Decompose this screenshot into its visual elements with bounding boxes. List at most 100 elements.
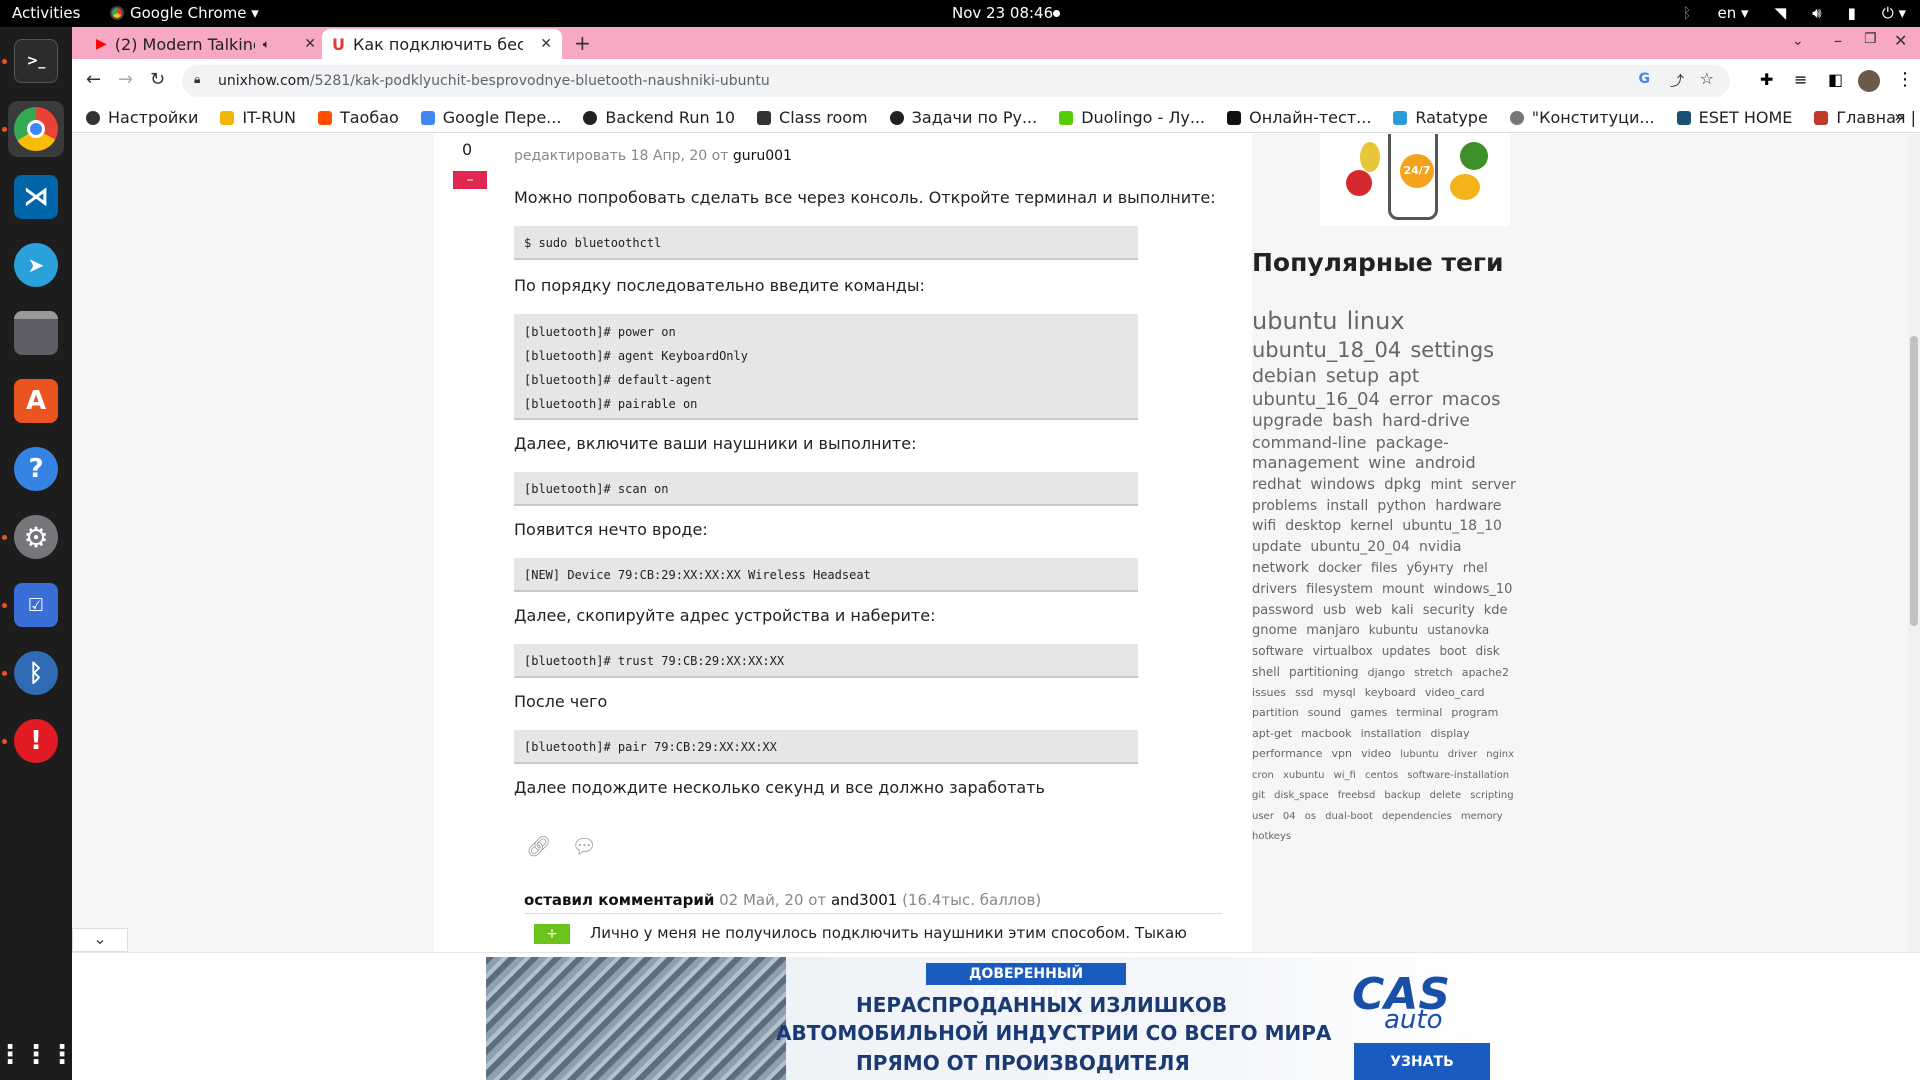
tag-link[interactable]: updates (1382, 644, 1431, 658)
bookmark-item[interactable]: Главная | Об... (1814, 108, 1920, 127)
tag-link[interactable]: video (1361, 747, 1391, 760)
tag-link[interactable]: lubuntu (1400, 749, 1438, 760)
tag-link[interactable]: python (1377, 498, 1426, 514)
dock-updates[interactable]: ! (8, 713, 64, 769)
tag-link[interactable]: driver (1448, 749, 1477, 760)
back-button[interactable]: ← (86, 69, 101, 90)
dock-files[interactable] (8, 305, 64, 361)
collapse-ad-button[interactable]: ⌄ (72, 928, 128, 952)
new-tab-button[interactable]: + (574, 31, 591, 55)
tab-close-icon[interactable]: ✕ (304, 36, 316, 52)
more-bookmarks-icon[interactable]: » (1894, 107, 1904, 126)
dock-software[interactable]: A (8, 373, 64, 429)
scrollbar-thumb[interactable] (1910, 336, 1918, 626)
app-menu[interactable]: Google Chrome ▾ (110, 4, 259, 22)
author-link[interactable]: guru001 (733, 148, 792, 164)
tag-link[interactable]: kubuntu (1369, 623, 1418, 637)
tag-link[interactable]: nvidia (1419, 539, 1461, 555)
tag-link[interactable]: os (1305, 811, 1316, 822)
tag-link[interactable]: desktop (1285, 518, 1341, 534)
link-icon[interactable]: 🔗︎ (526, 834, 551, 858)
tag-link[interactable]: cron (1252, 770, 1274, 781)
tag-link[interactable]: ubuntu_20_04 (1310, 539, 1410, 555)
share-icon[interactable]: ⤴ (1670, 71, 1684, 91)
tag-link[interactable]: software (1252, 644, 1304, 658)
profile-avatar[interactable] (1858, 70, 1880, 92)
tag-link[interactable]: stretch (1414, 666, 1452, 679)
tag-link[interactable]: macos (1442, 389, 1501, 410)
bookmark-item[interactable]: Google Пере... (420, 108, 561, 127)
forward-button[interactable]: → (118, 69, 133, 90)
tag-link[interactable]: disk (1476, 644, 1500, 658)
bookmark-star-icon[interactable]: ☆ (1700, 69, 1714, 88)
menu-icon[interactable]: ⋮ (1896, 69, 1914, 90)
address-bar[interactable]: 🔒︎ unixhow.com/5281/kak-podklyuchit-besp… (182, 65, 1730, 97)
tag-link[interactable]: mint (1430, 477, 1462, 493)
audio-icon[interactable]: 🔈︎ (263, 37, 270, 52)
tab-modern-talking[interactable]: ▶ (2) Modern Talking - M 🔈︎ ✕ (86, 29, 326, 59)
bottom-ad-banner[interactable]: ДОВЕРЕННЫЙ ПОСТАВЩИК НЕРАСПРОДАННЫХ ИЗЛИ… (486, 957, 1490, 1080)
tag-link[interactable]: settings (1410, 338, 1494, 362)
tag-link[interactable]: issues (1252, 686, 1286, 699)
tag-link[interactable]: hardware (1435, 498, 1501, 514)
tag-link[interactable]: freebsd (1338, 790, 1376, 801)
dock-settings[interactable]: ⚙ (8, 509, 64, 565)
dock-vscode[interactable]: ⋊ (8, 169, 64, 225)
clock[interactable]: Nov 23 08:46 (952, 4, 1053, 22)
tab-close-icon[interactable]: ✕ (540, 36, 552, 52)
tag-link[interactable]: memory (1461, 811, 1503, 822)
tag-link[interactable]: ssd (1295, 686, 1313, 699)
tab-unixhow[interactable]: U Как подключить беспр ✕ (322, 29, 562, 59)
tag-link[interactable]: gnome (1252, 623, 1297, 638)
language-indicator[interactable]: en ▾ (1718, 4, 1749, 22)
tag-link[interactable]: ubuntu_18_10 (1402, 518, 1502, 534)
bookmark-item[interactable]: Задачи по Ру... (889, 108, 1037, 127)
tag-link[interactable]: network (1252, 560, 1309, 576)
volume-icon[interactable]: 🔊︎ (1812, 4, 1821, 22)
battery-icon[interactable]: ▮ (1848, 4, 1856, 22)
tag-link[interactable]: terminal (1396, 706, 1442, 719)
tag-link[interactable]: ustanovka (1427, 623, 1489, 637)
tag-link[interactable]: wifi (1252, 518, 1276, 534)
tag-link[interactable]: server (1471, 477, 1515, 493)
tag-link[interactable]: delete (1430, 790, 1462, 801)
dock-tasks[interactable]: ☑ (8, 577, 64, 633)
tag-link[interactable]: apt (1388, 365, 1419, 387)
system-tray[interactable]: ᛒ en ▾ ◥ 🔊︎ ▮ ⏻ ▾ (1683, 4, 1907, 22)
dock-telegram[interactable]: ➤ (8, 237, 64, 293)
tag-link[interactable]: android (1415, 453, 1476, 472)
bookmark-item[interactable]: Онлайн-тест... (1227, 108, 1371, 127)
tag-link[interactable]: user (1252, 811, 1274, 822)
tag-link[interactable]: bash (1332, 411, 1373, 431)
tag-link[interactable]: macbook (1301, 727, 1351, 740)
maximize-button[interactable]: ❐ (1864, 31, 1877, 47)
tag-link[interactable]: django (1368, 666, 1405, 679)
tag-link[interactable]: 04 (1283, 811, 1296, 822)
tag-link[interactable]: drivers (1252, 582, 1297, 597)
tag-link[interactable]: command-line (1252, 433, 1367, 452)
tag-link[interactable]: dpkg (1384, 475, 1421, 493)
bookmark-item[interactable]: "Конституци... (1509, 108, 1655, 127)
tag-link[interactable]: dual-boot (1325, 811, 1373, 822)
dock-chrome[interactable] (8, 101, 64, 157)
tag-link[interactable]: performance (1252, 747, 1322, 760)
tag-link[interactable]: keyboard (1365, 686, 1416, 699)
tag-link[interactable]: install (1326, 498, 1368, 514)
bookmark-item[interactable]: ESET HOME (1676, 108, 1792, 127)
tag-link[interactable]: rhel (1463, 561, 1488, 576)
tag-link[interactable]: program (1451, 706, 1498, 719)
tag-link[interactable]: error (1389, 389, 1433, 410)
tag-link[interactable]: games (1350, 706, 1387, 719)
tag-link[interactable]: password (1252, 603, 1314, 618)
sidebar-ad-image[interactable]: 24/7 (1320, 134, 1510, 226)
tag-link[interactable]: disk_space (1274, 790, 1328, 801)
tag-link[interactable]: web (1355, 603, 1382, 618)
tag-link[interactable]: update (1252, 539, 1301, 555)
tag-link[interactable]: manjaro (1306, 623, 1359, 638)
dock-terminal[interactable]: >_ (8, 33, 64, 89)
bookmark-item[interactable]: Настройки (86, 108, 198, 127)
tag-link[interactable]: dependencies (1382, 811, 1452, 822)
tag-link[interactable]: xubuntu (1283, 770, 1325, 781)
tag-link[interactable]: vpn (1332, 747, 1352, 760)
media-icon[interactable]: ≡ (1794, 70, 1807, 89)
